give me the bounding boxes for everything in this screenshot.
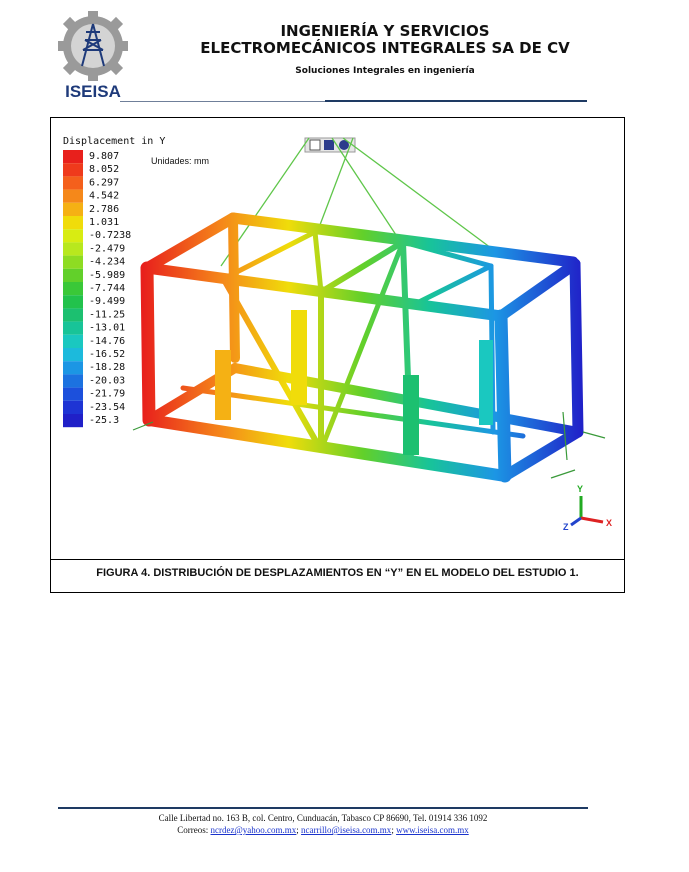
legend-value: -9.499: [89, 296, 125, 307]
legend-title: Displacement in Y: [63, 136, 165, 147]
logo-text: ISEISA: [65, 82, 121, 101]
legend-value: -23.54: [89, 402, 125, 413]
header-rule: [325, 100, 587, 102]
legend-value: -13.01: [89, 323, 125, 334]
legend-swatch: [63, 334, 83, 348]
legend-value: 1.031: [89, 217, 119, 228]
legend-swatch: [63, 163, 83, 177]
units-label: Unidades: mm: [151, 156, 209, 166]
email-link-2[interactable]: ncarrillo@iseisa.com.mx: [301, 825, 391, 835]
legend-swatch: [63, 216, 83, 230]
color-legend: 9.807 8.052 6.297 4.542 2.786 1.031 -0.7238 -2.…: [63, 150, 131, 428]
legend-swatch: [63, 414, 83, 428]
legend-value: -20.03: [89, 375, 125, 386]
emails-label: Correos:: [177, 825, 209, 835]
axis-triad: Y X Z: [563, 484, 612, 532]
legend-swatch: [63, 150, 83, 164]
cube-icon[interactable]: [324, 140, 334, 150]
legend-value: -14.76: [89, 336, 125, 347]
legend-swatch: [63, 189, 83, 203]
company-name-line1: INGENIERÍA Y SERVICIOS: [280, 22, 490, 40]
legend-swatch: [63, 295, 83, 309]
legend-value: -16.52: [89, 349, 125, 360]
legend-value: 4.542: [89, 191, 119, 202]
legend-swatch: [63, 282, 83, 296]
figure-frame: Displacement in Y Unidades: mm 9.807 8.05…: [50, 117, 625, 593]
iseisa-logo: ISEISA: [58, 11, 128, 101]
legend-swatch: [63, 268, 83, 282]
legend-value: 9.807: [89, 151, 119, 162]
viewer-toolbar[interactable]: [304, 137, 356, 153]
footer-address: Calle Libertad no. 163 B, col. Centro, C…: [158, 813, 488, 823]
footer-rule: [58, 807, 588, 809]
axis-x-label: X: [606, 518, 612, 528]
legend-swatch: [63, 387, 83, 401]
caption-separator: [51, 559, 624, 560]
legend-swatch: [63, 176, 83, 190]
email-link-1[interactable]: ncrdez@yahoo.com.mx: [211, 825, 297, 835]
legend-swatch: [63, 374, 83, 388]
company-name-line2: ELECTROMECÁNICOS INTEGRALES SA DE CV: [200, 39, 570, 57]
legend-swatch: [63, 229, 83, 243]
legend-swatch: [63, 308, 83, 322]
legend-value: -5.989: [89, 270, 125, 281]
footer-emails: Correos: ncrdez@yahoo.com.mx; ncarrillo@…: [177, 825, 469, 835]
legend-value: -25.3: [89, 415, 119, 426]
website-link[interactable]: www.iseisa.com.mx: [396, 825, 469, 835]
legend-swatch: [63, 255, 83, 269]
legend-swatch: [63, 348, 83, 362]
legend-swatch: [63, 242, 83, 256]
legend-value: -7.744: [89, 283, 125, 294]
gear-icon: [58, 11, 128, 81]
legend-value: -11.25: [89, 309, 125, 320]
axis-z-label: Z: [563, 522, 569, 532]
legend-value: -2.479: [89, 243, 125, 254]
tagline: Soluciones Integrales en ingeniería: [295, 66, 475, 76]
window-icon[interactable]: [309, 139, 321, 151]
legend-swatch: [63, 202, 83, 216]
legend-value: 2.786: [89, 204, 119, 215]
legend-swatch: [63, 400, 83, 414]
truss-frame: [140, 212, 584, 483]
legend-value: -4.234: [89, 257, 125, 268]
legend-value: -21.79: [89, 389, 125, 400]
displacement-simulation: Displacement in Y Unidades: mm 9.807 8.05…: [63, 136, 612, 532]
legend-value: -0.7238: [89, 230, 131, 241]
legend-swatch: [63, 361, 83, 375]
header-rule-thin: [120, 101, 325, 102]
legend-value: 6.297: [89, 177, 119, 188]
legend-swatch: [63, 321, 83, 335]
legend-value: 8.052: [89, 164, 119, 175]
legend-value: -18.28: [89, 362, 125, 373]
axis-y-label: Y: [577, 484, 583, 494]
figure-caption: FIGURA 4. DISTRIBUCIÓN DE DESPLAZAMIENTO…: [96, 567, 579, 579]
